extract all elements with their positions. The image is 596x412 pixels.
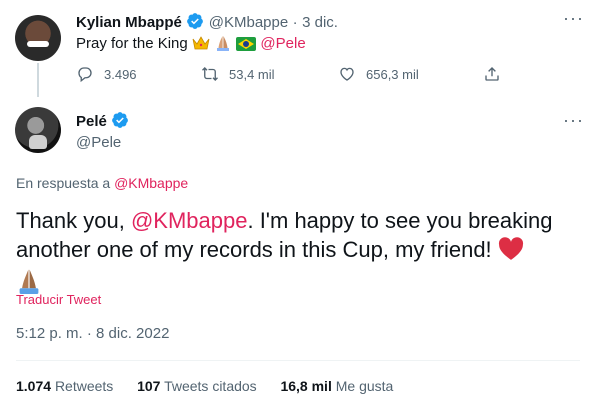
reply-count: 3.496 [104,66,137,82]
handle-mbappe[interactable]: @KMbappe [209,14,288,31]
retweets-count: 1.074 [16,378,52,394]
separator-dot: · [292,14,298,31]
divider [16,360,580,361]
retweets-label: Retweets [54,378,114,394]
mention-kmbappe[interactable]: @KMbappe [131,208,248,233]
reply-to-mention[interactable]: @KMbappe [114,175,188,191]
reply-icon [78,67,92,83]
more-options-icon[interactable]: ··· [563,8,584,29]
quotes-label: Tweets citados [164,378,257,394]
like-action[interactable]: 656,3 mil [338,65,419,83]
reply-tweet-text: Pray for the King @Pele [76,35,306,55]
main-author-block: Pelé @Pele [76,111,129,151]
verified-badge-icon [187,13,204,29]
handle-pele[interactable]: @Pele [76,134,129,151]
reply-text: Pray for the King [76,35,188,52]
praying-hands-emoji-icon [214,35,232,55]
avatar-mbappe[interactable] [15,15,61,61]
verified-badge-icon [112,112,129,128]
retweets-stat[interactable]: 1.074 Retweets [16,378,117,394]
mention-pele[interactable]: @Pele [260,35,305,52]
reply-prefix: En respuesta a [16,175,111,191]
thread-line [37,63,39,97]
crown-emoji-icon [192,35,210,55]
share-action[interactable] [483,65,511,83]
heart-outline-icon [340,67,354,81]
like-count: 656,3 mil [366,66,419,82]
reply-header: Kylian Mbappé @KMbappe · 3 dic. [76,12,338,32]
text-before-mention: Thank you, [16,208,131,233]
retweet-icon [202,67,218,81]
brazil-flag-emoji-icon [236,37,257,55]
likes-count: 16,8 mil [280,378,332,394]
tweet-date[interactable]: 3 dic. [302,14,338,31]
translate-tweet-link[interactable]: Traducir Tweet [16,292,101,307]
retweet-action[interactable]: 53,4 mil [201,65,275,83]
quotes-count: 107 [137,378,161,394]
quotes-stat[interactable]: 107 Tweets citados [137,378,261,394]
avatar-pele[interactable] [15,107,61,153]
likes-label: Me gusta [335,378,394,394]
reply-context: En respuesta a @KMbappe [16,175,188,191]
main-tweet-text: Thank you, @KMbappe. I'm happy to see yo… [16,206,581,301]
share-icon [485,67,499,81]
red-heart-emoji-icon [498,237,524,268]
likes-stat[interactable]: 16,8 mil Me gusta [280,378,393,394]
engagement-stats: 1.074 Retweets 107 Tweets citados 16,8 m… [16,378,393,394]
author-name-mbappe[interactable]: Kylian Mbappé [76,14,182,31]
author-name-pele[interactable]: Pelé [76,113,107,130]
tweet-timestamp[interactable]: 5:12 p. m. · 8 dic. 2022 [16,325,169,342]
reply-action[interactable]: 3.496 [76,65,137,83]
retweet-count: 53,4 mil [229,66,275,82]
more-options-icon[interactable]: ··· [563,110,584,131]
